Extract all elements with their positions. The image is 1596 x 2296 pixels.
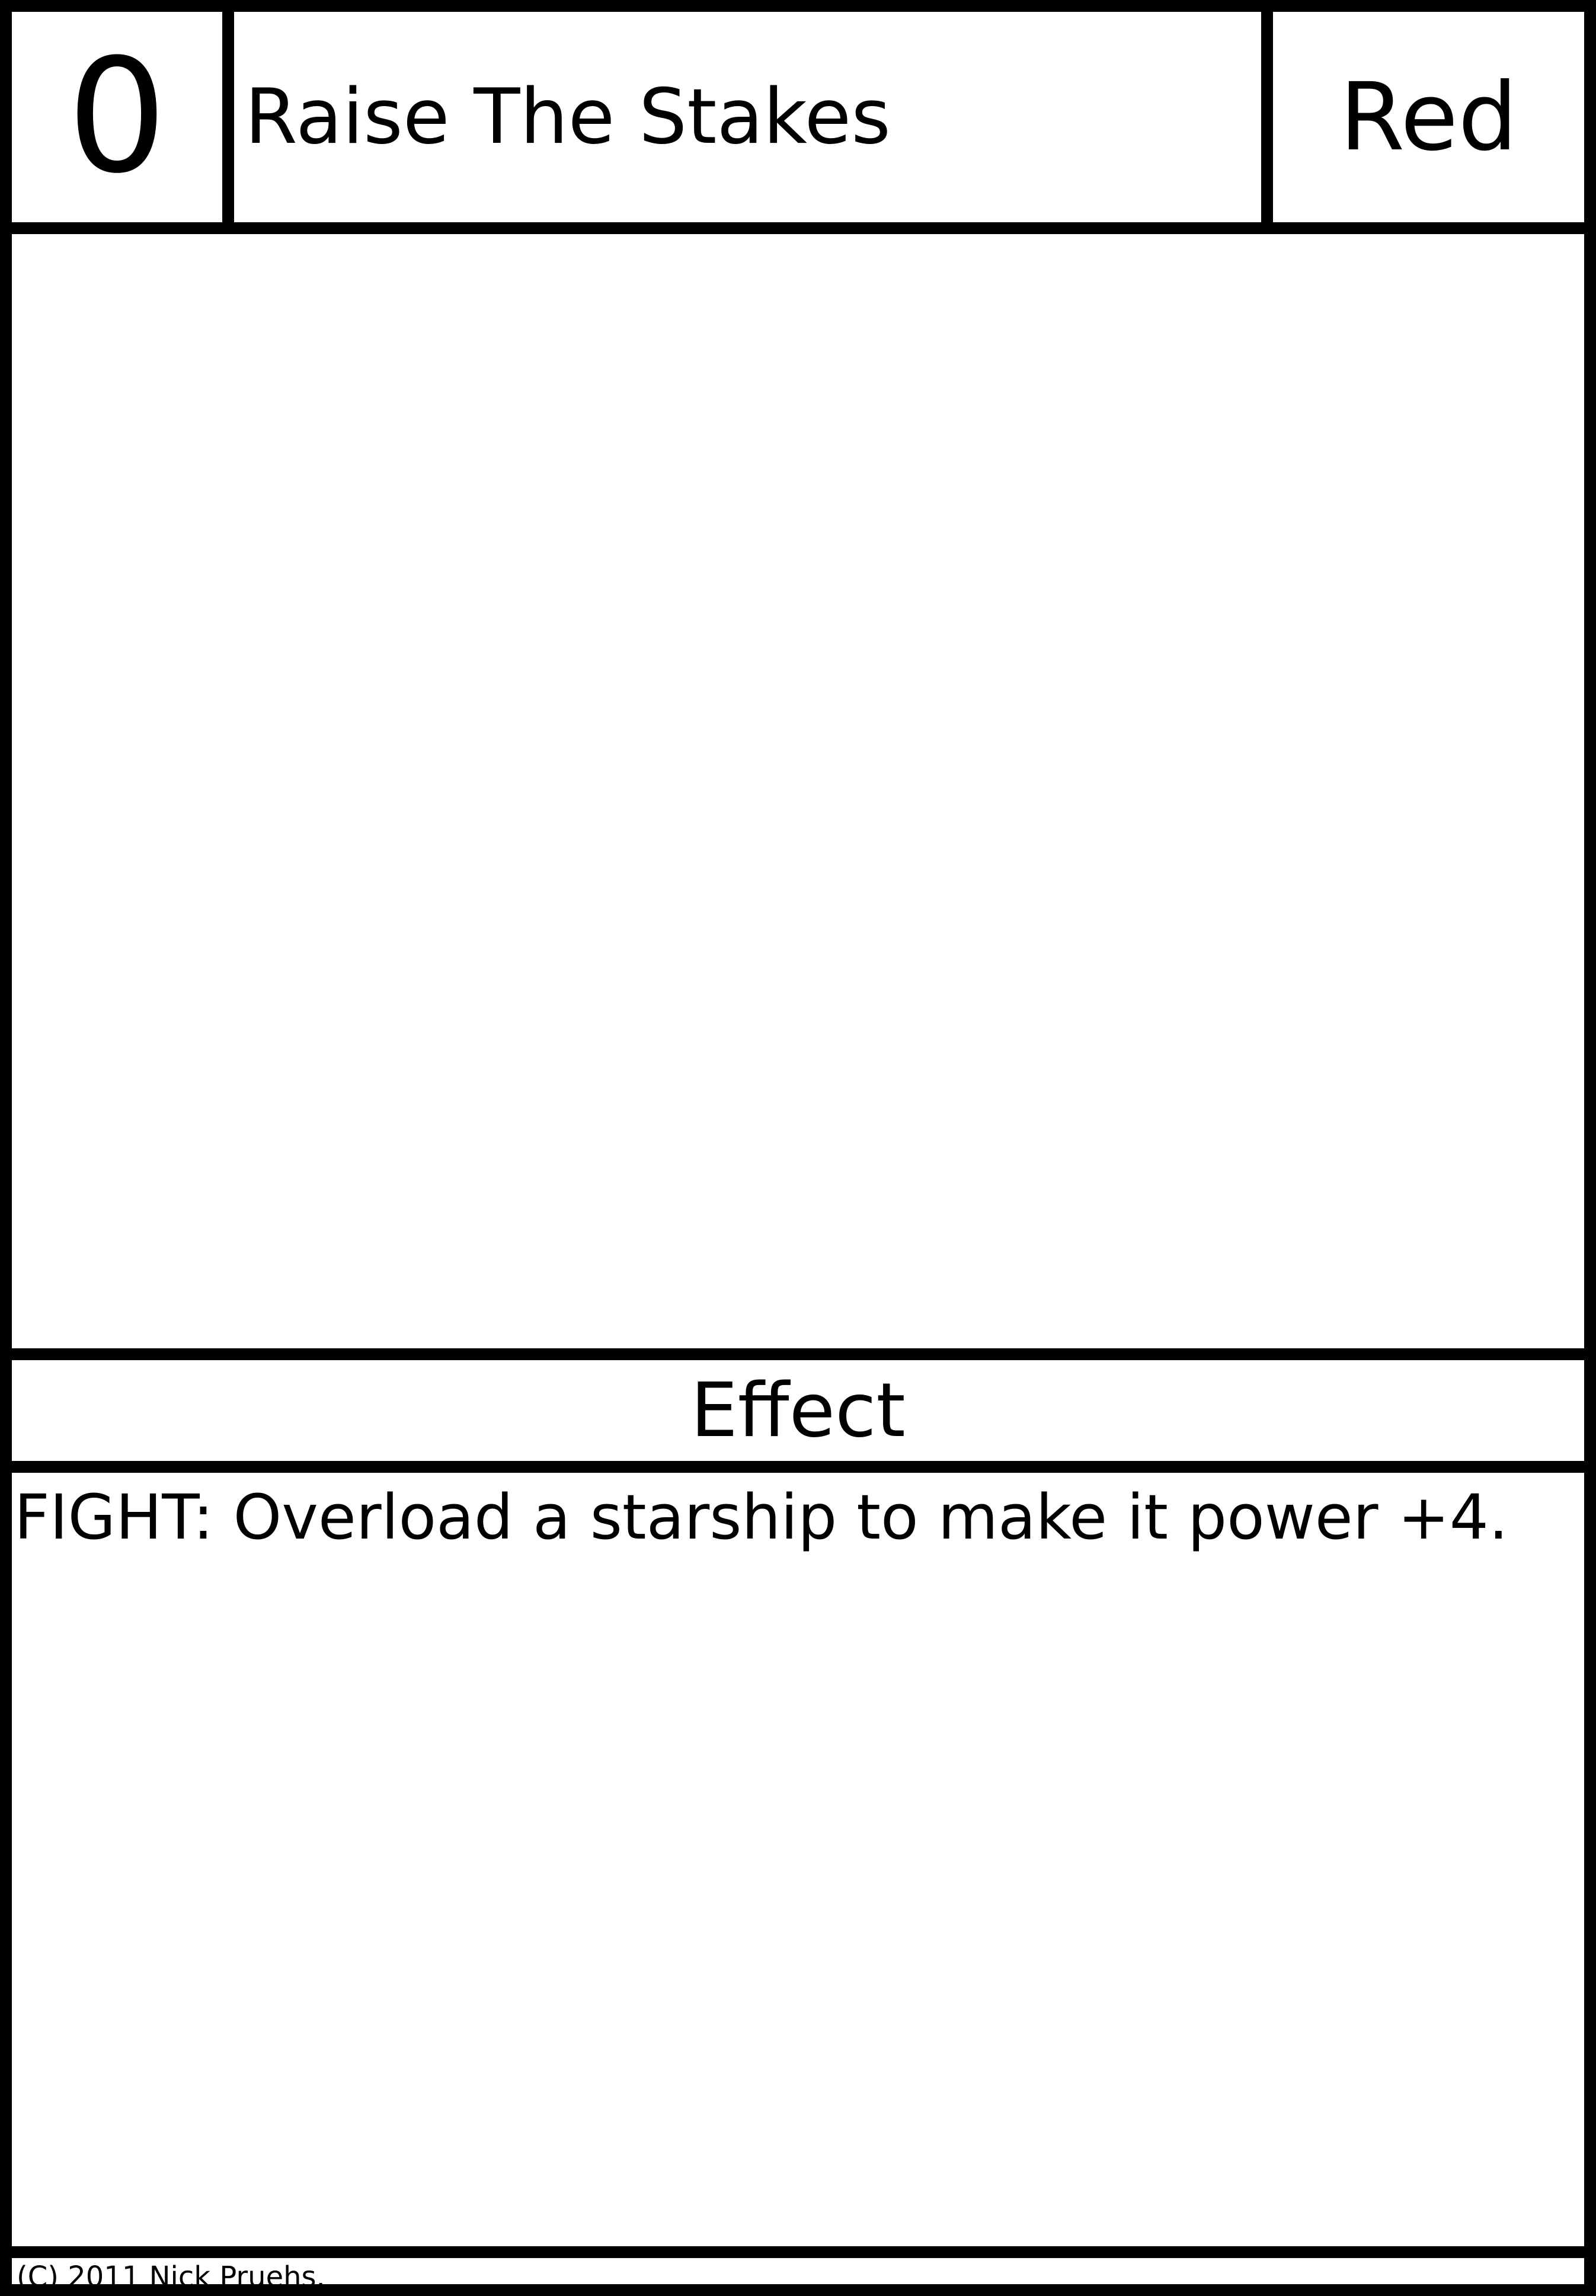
card: 0 Raise The Stakes Red Effect FIGHT: Ove…	[0, 0, 1596, 2296]
divider-title-color	[1261, 12, 1273, 222]
card-art-area	[12, 234, 1584, 1348]
effect-heading: Effect	[690, 1367, 906, 1454]
card-cost: 0	[67, 25, 167, 208]
card-color: Red	[1339, 62, 1518, 172]
divider-header-art	[12, 222, 1584, 234]
copyright-footer: (C) 2011 Nick Pruehs.	[17, 2260, 325, 2294]
divider-cost-title	[222, 12, 234, 222]
divider-art-effect	[12, 1348, 1584, 1360]
card-title: Raise The Stakes	[245, 72, 891, 161]
effect-text: FIGHT: Overload a starship to make it po…	[14, 1481, 1508, 1553]
divider-text-footer	[12, 2246, 1584, 2258]
divider-effect-text	[12, 1461, 1584, 1473]
